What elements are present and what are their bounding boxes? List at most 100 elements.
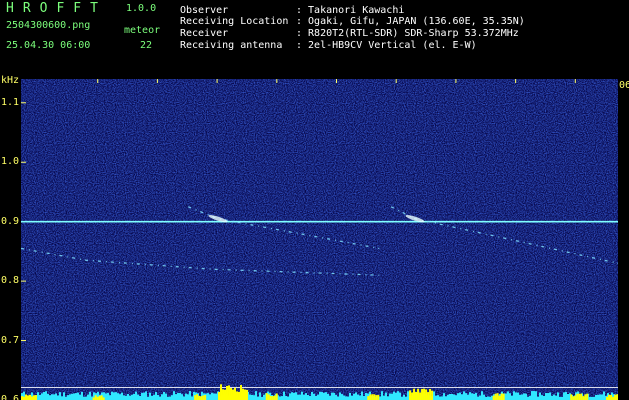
activity-burst bbox=[494, 393, 497, 400]
activity-bar bbox=[531, 391, 533, 400]
activity-burst bbox=[427, 392, 430, 400]
activity-bar bbox=[327, 393, 329, 400]
activity-burst bbox=[419, 392, 422, 400]
activity-burst bbox=[423, 388, 426, 400]
activity-bar bbox=[443, 393, 445, 400]
activity-bar bbox=[43, 391, 45, 400]
activity-burst bbox=[29, 394, 31, 400]
activity-bar bbox=[475, 392, 477, 400]
activity-bar bbox=[337, 396, 339, 400]
activity-bar bbox=[461, 394, 463, 400]
activity-burst bbox=[31, 396, 33, 400]
activity-burst bbox=[275, 393, 278, 400]
activity-burst bbox=[240, 385, 243, 400]
activity-bar bbox=[281, 396, 283, 400]
activity-bar bbox=[313, 393, 315, 400]
activity-bar bbox=[253, 395, 255, 400]
activity-bar bbox=[395, 392, 397, 400]
activity-burst bbox=[377, 394, 380, 400]
activity-bar bbox=[187, 394, 189, 400]
activity-bar bbox=[517, 392, 519, 400]
activity-bar bbox=[545, 393, 547, 400]
activity-bar bbox=[213, 393, 215, 400]
activity-bar bbox=[511, 395, 513, 400]
activity-burst bbox=[232, 389, 235, 400]
activity-bar bbox=[325, 392, 327, 400]
activity-bar bbox=[87, 394, 89, 400]
activity-bar bbox=[255, 391, 257, 400]
activity-bar bbox=[181, 394, 183, 400]
activity-bar bbox=[141, 392, 143, 400]
activity-bar bbox=[335, 394, 337, 400]
activity-burst bbox=[25, 394, 27, 400]
activity-bar bbox=[487, 396, 489, 400]
activity-bar bbox=[215, 393, 217, 400]
activity-bar bbox=[529, 395, 531, 400]
activity-bar bbox=[565, 391, 567, 400]
activity-bar bbox=[513, 391, 515, 400]
activity-bar bbox=[263, 394, 265, 400]
activity-bar bbox=[209, 394, 211, 400]
activity-burst bbox=[228, 385, 231, 400]
file-name: 2504300600.png bbox=[6, 20, 91, 31]
activity-burst bbox=[608, 394, 611, 400]
activity-burst bbox=[238, 391, 241, 400]
activity-burst bbox=[610, 394, 613, 400]
activity-bar bbox=[567, 393, 569, 400]
activity-bar bbox=[359, 395, 361, 400]
activity-bar bbox=[127, 393, 129, 400]
activity-bar bbox=[351, 395, 353, 400]
activity-bar bbox=[81, 391, 83, 400]
activity-burst bbox=[572, 396, 575, 400]
activity-burst bbox=[196, 394, 199, 400]
activity-bar bbox=[47, 393, 49, 400]
activity-bar bbox=[285, 396, 287, 400]
activity-burst bbox=[413, 388, 416, 400]
activity-bar bbox=[387, 396, 389, 400]
activity-bar bbox=[457, 393, 459, 400]
activity-bar bbox=[349, 392, 351, 400]
activity-bar bbox=[291, 392, 293, 400]
activity-bar bbox=[523, 393, 525, 400]
activity-bar bbox=[293, 392, 295, 400]
activity-burst bbox=[492, 395, 495, 400]
spectrogram-plot bbox=[21, 79, 618, 400]
activity-bar bbox=[135, 391, 137, 400]
activity-bar bbox=[365, 393, 367, 400]
activity-bar bbox=[563, 392, 565, 400]
activity-burst bbox=[273, 395, 276, 400]
activity-bar bbox=[357, 394, 359, 400]
info-label-receiver: Receiver bbox=[180, 28, 229, 39]
activity-burst bbox=[21, 396, 23, 400]
activity-bar bbox=[55, 393, 57, 400]
activity-bar bbox=[515, 392, 517, 400]
activity-bar bbox=[361, 391, 363, 400]
activity-bar bbox=[189, 391, 191, 400]
activity-bar bbox=[161, 394, 163, 400]
activity-bar bbox=[451, 393, 453, 400]
activity-bar bbox=[455, 395, 457, 400]
activity-bar bbox=[507, 391, 509, 400]
activity-burst bbox=[202, 395, 205, 400]
activity-burst bbox=[234, 387, 237, 400]
activity-bar bbox=[175, 394, 177, 400]
activity-burst bbox=[574, 395, 577, 400]
app-version: 1.0.0 bbox=[126, 3, 157, 14]
activity-bar bbox=[399, 392, 401, 400]
activity-burst bbox=[415, 392, 418, 400]
activity-burst bbox=[220, 384, 223, 400]
activity-burst bbox=[582, 396, 585, 400]
activity-bar bbox=[79, 394, 81, 400]
activity-bar bbox=[557, 392, 559, 400]
activity-burst bbox=[586, 393, 589, 400]
activity-bar bbox=[145, 391, 147, 400]
activity-bar bbox=[379, 396, 381, 400]
activity-bar bbox=[163, 391, 165, 400]
activity-bar bbox=[309, 395, 311, 400]
activity-burst bbox=[417, 388, 420, 400]
activity-bar bbox=[303, 394, 305, 400]
activity-burst bbox=[367, 396, 370, 400]
activity-burst bbox=[411, 392, 414, 400]
activity-bar bbox=[437, 395, 439, 400]
hrofft-window: HROFFT 1.0.0 2504300600.png meteor 25.04… bbox=[0, 0, 629, 400]
